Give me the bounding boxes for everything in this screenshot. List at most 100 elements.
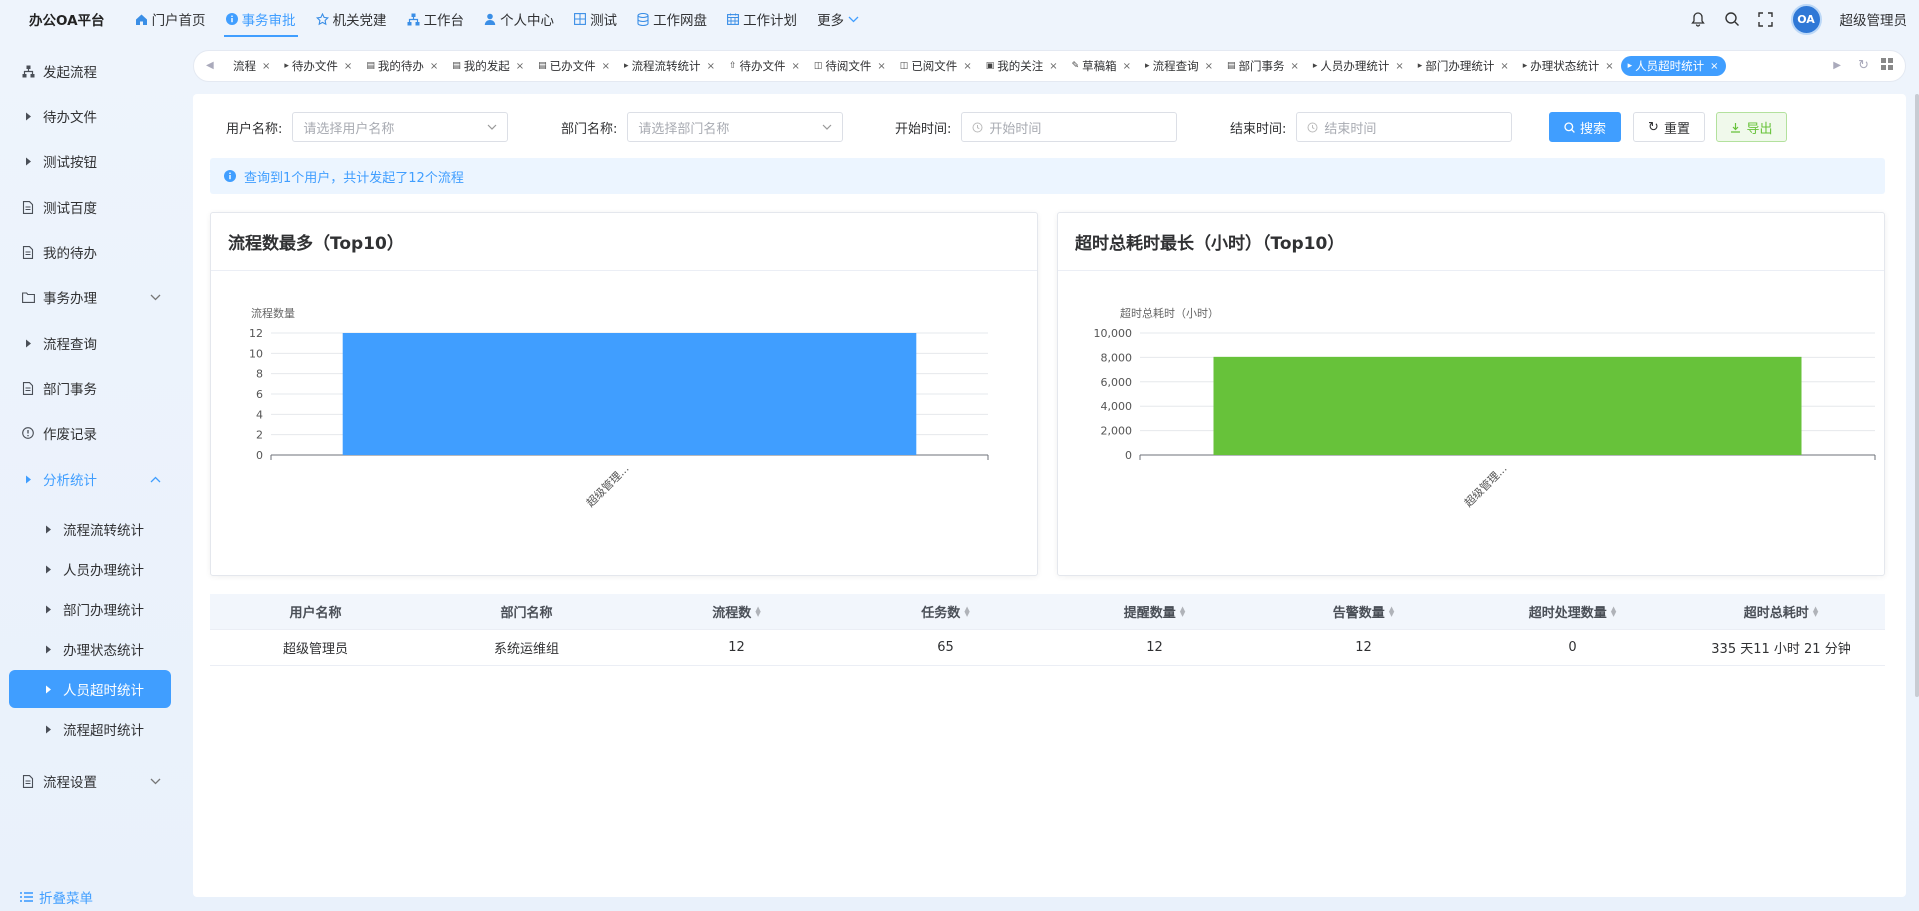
bar[interactable] <box>342 333 917 455</box>
tab-7[interactable]: ◫ 待阅文件 × <box>807 56 893 76</box>
close-icon[interactable]: × <box>344 61 352 72</box>
sort-icon[interactable]: ▲ ▼ <box>1813 605 1818 617</box>
reset-button[interactable]: ↻ 重置 <box>1633 112 1705 142</box>
sidebar-item-14[interactable]: 人员超时统计 <box>9 670 171 708</box>
tab-icon: ▸ <box>1417 61 1423 71</box>
nav-item-0[interactable]: 门户首页 <box>125 0 216 38</box>
tab-6[interactable]: ⇧ 待办文件 × <box>722 56 807 76</box>
tab-2[interactable]: ▤ 我的待办 × <box>359 56 445 76</box>
column-header[interactable]: 提醒数量 ▲ ▼ <box>1050 594 1259 630</box>
sidebar-item-4[interactable]: 我的待办 <box>9 233 171 271</box>
table-row[interactable]: 超级管理员 系统运维组 12 65 12 12 0 335 天11 小时 21 分钟 <box>210 630 1885 666</box>
column-header-label: 流程数 <box>712 606 752 621</box>
fullscreen-icon[interactable] <box>1757 11 1773 27</box>
close-icon[interactable]: × <box>1205 61 1213 72</box>
sort-icon[interactable]: ▲ ▼ <box>1611 605 1616 617</box>
search-icon[interactable] <box>1724 11 1740 27</box>
sidebar-item-10[interactable]: 流程流转统计 <box>9 510 171 548</box>
collapse-menu-button[interactable]: 折叠菜单 <box>20 887 93 907</box>
sidebar-item-6[interactable]: 流程查询 <box>9 324 171 362</box>
start-time-input[interactable]: 开始时间 <box>961 112 1178 142</box>
search-button[interactable]: 搜索 <box>1549 112 1621 142</box>
tab-0[interactable]: 流程 × <box>226 56 277 76</box>
sidebar-item-16[interactable]: 流程设置 <box>9 762 171 800</box>
column-header[interactable]: 超时处理数量 ▲ ▼ <box>1468 594 1677 630</box>
grid-menu-icon[interactable] <box>1881 58 1893 70</box>
nav-item-3[interactable]: 工作台 <box>397 0 475 38</box>
close-icon[interactable]: × <box>1049 61 1057 72</box>
page-scrollbar[interactable] <box>1915 94 1919 697</box>
close-icon[interactable]: × <box>1710 61 1718 72</box>
tab-15[interactable]: ▸ 办理状态统计 × <box>1516 56 1621 76</box>
close-icon[interactable]: × <box>877 61 885 72</box>
column-header[interactable]: 流程数 ▲ ▼ <box>632 594 841 630</box>
sidebar-item-2[interactable]: 测试按钮 <box>9 142 171 180</box>
tab-11[interactable]: ▸ 流程查询 × <box>1138 56 1220 76</box>
sidebar-item-9[interactable]: 分析统计 <box>9 460 171 498</box>
close-icon[interactable]: × <box>963 61 971 72</box>
nav-item-6[interactable]: 工作网盘 <box>627 0 717 38</box>
close-icon[interactable]: × <box>1500 61 1508 72</box>
caret-right-icon <box>21 475 35 484</box>
column-header[interactable]: 任务数 ▲ ▼ <box>841 594 1050 630</box>
bar[interactable] <box>1213 356 1802 455</box>
close-icon[interactable]: × <box>707 61 715 72</box>
column-header[interactable]: 告警数量 ▲ ▼ <box>1259 594 1468 630</box>
column-header[interactable]: 超时总耗时 ▲ ▼ <box>1677 594 1885 630</box>
tab-5[interactable]: ▸ 流程流转统计 × <box>617 56 722 76</box>
close-icon[interactable]: × <box>1290 61 1298 72</box>
sort-icon[interactable]: ▲ ▼ <box>755 605 760 617</box>
sidebar-item-3[interactable]: 测试百度 <box>9 188 171 226</box>
tab-13[interactable]: ▸ 人员办理统计 × <box>1306 56 1411 76</box>
end-time-input[interactable]: 结束时间 <box>1296 112 1513 142</box>
close-icon[interactable]: × <box>602 61 610 72</box>
dept-select[interactable]: 请选择部门名称 <box>627 112 844 142</box>
tab-3[interactable]: ▤ 我的发起 × <box>445 56 531 76</box>
sidebar-item-11[interactable]: 人员办理统计 <box>9 550 171 588</box>
nav-item-5[interactable]: 测试 <box>564 0 627 38</box>
tabs-scroll-left-icon[interactable]: ◀ <box>206 60 214 71</box>
tab-8[interactable]: ◫ 已阅文件 × <box>893 56 979 76</box>
tab-12[interactable]: ▤ 部门事务 × <box>1220 56 1306 76</box>
close-icon[interactable]: × <box>262 61 270 72</box>
tab-4[interactable]: ▤ 已办文件 × <box>531 56 617 76</box>
close-icon[interactable]: × <box>1395 61 1403 72</box>
tab-1[interactable]: ▸ 待办文件 × <box>277 56 359 76</box>
close-icon[interactable]: × <box>516 61 524 72</box>
filter-start-label: 开始时间: <box>895 121 952 137</box>
close-icon[interactable]: × <box>1123 61 1131 72</box>
bell-icon[interactable] <box>1690 11 1706 27</box>
sort-icon[interactable]: ▲ ▼ <box>1389 605 1394 617</box>
sidebar-item-13[interactable]: 办理状态统计 <box>9 630 171 668</box>
nav-item-2[interactable]: 机关党建 <box>306 0 397 38</box>
close-icon[interactable]: × <box>792 61 800 72</box>
tab-9[interactable]: ▣ 我的关注 × <box>979 56 1065 76</box>
sidebar-item-15[interactable]: 流程超时统计 <box>9 710 171 748</box>
sidebar-item-8[interactable]: 作废记录 <box>9 414 171 452</box>
nav-item-4[interactable]: 个人中心 <box>474 0 564 38</box>
tab-14[interactable]: ▸ 部门办理统计 × <box>1411 56 1516 76</box>
tabs-scroll-right-icon[interactable]: ▶ <box>1833 60 1841 71</box>
nav-item-8[interactable]: 更多 <box>807 0 869 38</box>
sort-icon[interactable]: ▲ ▼ <box>1180 605 1185 617</box>
tab-16[interactable]: ▸ 人员超时统计 × <box>1620 56 1726 76</box>
sidebar-item-12[interactable]: 部门办理统计 <box>9 590 171 628</box>
sort-icon[interactable]: ▲ ▼ <box>964 605 969 617</box>
close-icon[interactable]: × <box>1605 61 1613 72</box>
chart-card-process-count: 流程数最多（Top10） 流程数量 0 2 4 6 8 10 12 超级管理... <box>210 212 1038 576</box>
user-select[interactable]: 请选择用户名称 <box>292 112 509 142</box>
sidebar-item-5[interactable]: 事务办理 <box>9 278 171 316</box>
export-button[interactable]: 导出 <box>1716 112 1787 142</box>
user-name[interactable]: 超级管理员 <box>1840 9 1908 29</box>
nav-item-7[interactable]: 工作计划 <box>717 0 807 38</box>
sidebar-item-0[interactable]: 发起流程 <box>9 52 171 90</box>
tab-10[interactable]: ✎ 草稿箱 × <box>1065 56 1138 76</box>
refresh-icon[interactable]: ↻ <box>1858 58 1869 73</box>
sidebar-item-7[interactable]: 部门事务 <box>9 369 171 407</box>
avatar[interactable]: OA <box>1790 3 1822 35</box>
sidebar-item-1[interactable]: 待办文件 <box>9 97 171 135</box>
sidebar-item-label: 流程超时统计 <box>63 723 144 739</box>
nav-item-1[interactable]: 事务审批 <box>216 0 306 38</box>
close-icon[interactable]: × <box>430 61 438 72</box>
search-button-label: 搜索 <box>1579 121 1606 137</box>
